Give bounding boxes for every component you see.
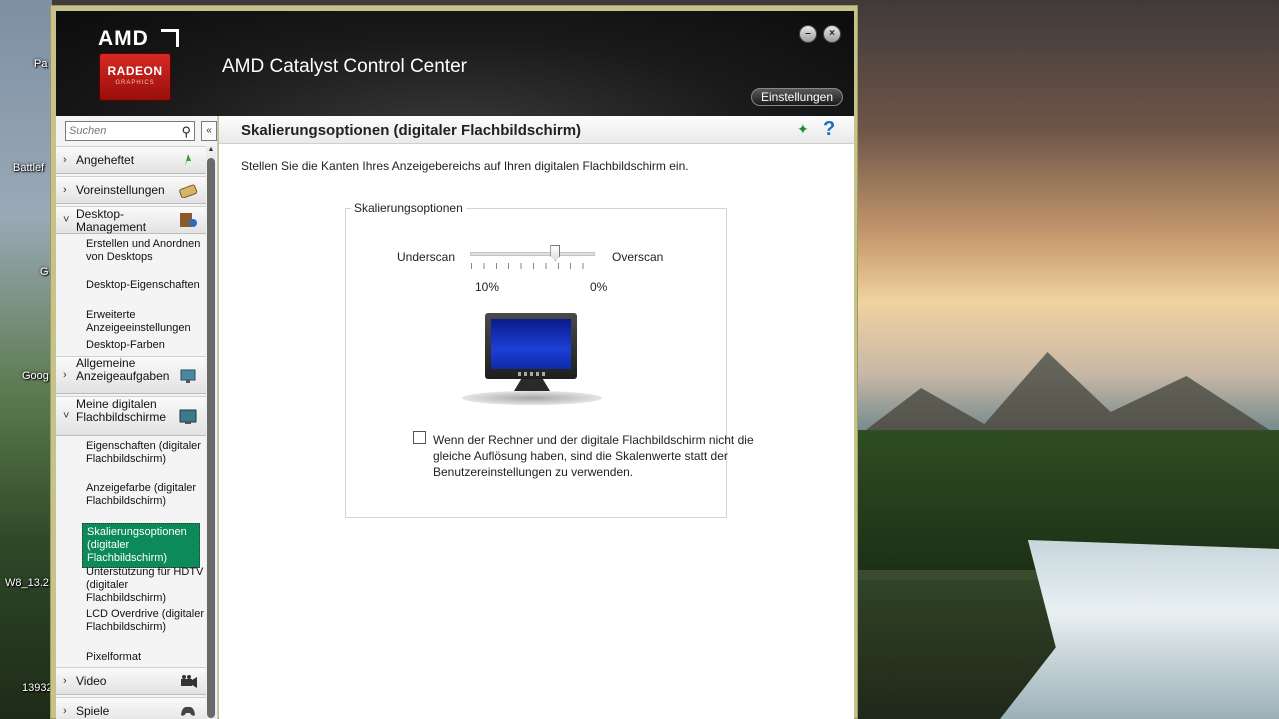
catalyst-window: AMD RADEON GRAPHICS AMD Catalyst Control… bbox=[50, 5, 858, 719]
search-icon[interactable]: ⚲ bbox=[181, 124, 191, 140]
minimize-button[interactable]: – bbox=[799, 25, 817, 43]
video-camera-icon bbox=[181, 675, 197, 688]
sidebar-item-panel-properties[interactable]: Eigenschaften (digitaler Flachbildschirm… bbox=[86, 440, 204, 466]
monitor-illustration bbox=[462, 313, 602, 408]
desktop-icon-label[interactable]: 13932 bbox=[22, 682, 53, 694]
scrollbar-thumb[interactable] bbox=[207, 158, 215, 718]
slider-min-label: 10% bbox=[475, 280, 500, 294]
checkbox-label: Wenn der Rechner und der digitale Flachb… bbox=[433, 433, 754, 479]
sidebar-item-scaling-options[interactable]: Skalierungsoptionen (digitaler Flachbild… bbox=[82, 523, 200, 568]
wallpaper-waterfall bbox=[1000, 540, 1279, 719]
sidebar-item-hdtv-support[interactable]: Unterstützung für HDTV (digitaler Flachb… bbox=[86, 566, 204, 605]
desktop-icon-label[interactable]: Pa bbox=[34, 58, 47, 70]
amd-radeon-logo: AMD RADEON GRAPHICS bbox=[93, 23, 185, 105]
pin-page-icon[interactable]: ✦ bbox=[797, 121, 809, 138]
sidebar-item-create-desktops[interactable]: Erstellen und Anordnen von Desktops bbox=[86, 238, 204, 264]
chevron-right-icon: › bbox=[63, 369, 67, 381]
radeon-text: RADEON bbox=[107, 64, 163, 78]
sidebar-item-desktop-colors[interactable]: Desktop-Farben bbox=[86, 339, 204, 352]
amd-logo-text: AMD bbox=[98, 27, 149, 50]
settings-button[interactable]: Einstellungen bbox=[751, 88, 843, 106]
display-tasks-icon bbox=[180, 369, 196, 383]
category-label: Meine digitalen Flachbildschirme bbox=[76, 397, 167, 424]
monitor-buttons bbox=[518, 372, 546, 376]
chevron-down-icon: ˅ bbox=[63, 410, 70, 422]
desktop-icon-label[interactable]: Battlef bbox=[13, 162, 44, 174]
monitor-shadow bbox=[462, 391, 602, 405]
presets-icon bbox=[179, 184, 198, 198]
search-input[interactable] bbox=[66, 122, 174, 140]
sidebar-item-pixel-format[interactable]: Pixelformat bbox=[86, 651, 204, 664]
slider-ticks bbox=[471, 263, 595, 269]
sidebar: ⚲ « ▲ › Angeheftet › Voreinstellungen ˅ … bbox=[56, 116, 218, 719]
category-label: Spiele bbox=[76, 704, 110, 718]
amd-arrow-icon bbox=[161, 29, 179, 47]
sidebar-item-display-color[interactable]: Anzeigefarbe (digitaler Flachbildschirm) bbox=[86, 482, 204, 508]
desktop-icon-label[interactable]: Goog bbox=[22, 370, 49, 382]
sidebar-category-flat-panels[interactable]: ˅ Meine digitalen Flachbildschirme bbox=[56, 396, 206, 436]
graphics-text: GRAPHICS bbox=[115, 80, 155, 86]
category-label: Allgemeine Anzeigeaufgaben bbox=[76, 356, 170, 383]
scaling-slider-track[interactable] bbox=[470, 252, 595, 256]
use-scale-values-checkbox[interactable] bbox=[413, 431, 426, 444]
page-description: Stellen Sie die Kanten Ihres Anzeigebere… bbox=[241, 159, 689, 173]
chevron-right-icon: › bbox=[63, 154, 67, 166]
page-title: Skalierungsoptionen (digitaler Flachbild… bbox=[241, 122, 582, 139]
flat-panel-icon bbox=[179, 409, 197, 424]
sidebar-scrollbar[interactable]: ▲ bbox=[206, 146, 216, 719]
sidebar-item-lcd-overdrive[interactable]: LCD Overdrive (digitaler Flachbildschirm… bbox=[86, 608, 204, 634]
monitor-stand bbox=[514, 379, 550, 391]
close-button[interactable]: × bbox=[823, 25, 841, 43]
pin-icon bbox=[185, 154, 191, 166]
desktop-icon-label[interactable]: G bbox=[40, 266, 49, 278]
scroll-up-icon[interactable]: ▲ bbox=[206, 146, 216, 156]
main-header: Skalierungsoptionen (digitaler Flachbild… bbox=[219, 116, 854, 144]
group-title: Skalierungsoptionen bbox=[351, 201, 466, 215]
monitor-screen bbox=[491, 319, 571, 369]
sidebar-category-presets[interactable]: › Voreinstellungen bbox=[56, 176, 206, 204]
desktop-icon-label[interactable]: W8_13.2 bbox=[5, 577, 49, 589]
category-label: Angeheftet bbox=[76, 153, 135, 167]
collapse-sidebar-button[interactable]: « bbox=[201, 121, 217, 141]
desktop-left-area bbox=[0, 0, 52, 719]
chevron-right-icon: › bbox=[63, 184, 67, 196]
gamepad-icon bbox=[181, 706, 195, 716]
sidebar-category-pinned[interactable]: › Angeheftet bbox=[56, 146, 206, 174]
category-label: Desktop-Management bbox=[76, 207, 147, 234]
sidebar-category-games[interactable]: › Spiele bbox=[56, 697, 206, 719]
desktop-management-icon bbox=[180, 213, 197, 227]
sidebar-item-desktop-properties[interactable]: Desktop-Eigenschaften bbox=[86, 279, 204, 292]
sidebar-category-display-tasks[interactable]: › Allgemeine Anzeigeaufgaben bbox=[56, 356, 206, 394]
overscan-label: Overscan bbox=[612, 250, 664, 264]
category-label: Video bbox=[76, 674, 107, 688]
search-box: ⚲ bbox=[65, 121, 195, 141]
main-panel: Skalierungsoptionen (digitaler Flachbild… bbox=[219, 116, 854, 719]
underscan-label: Underscan bbox=[397, 250, 456, 264]
chevron-down-icon: ˅ bbox=[63, 214, 70, 226]
radeon-badge: RADEON GRAPHICS bbox=[99, 53, 171, 101]
slider-max-label: 0% bbox=[590, 280, 608, 294]
help-icon[interactable]: ? bbox=[823, 118, 835, 141]
sidebar-category-desktop-management[interactable]: ˅ Desktop-Management bbox=[56, 206, 206, 234]
window-header: AMD RADEON GRAPHICS AMD Catalyst Control… bbox=[56, 11, 854, 116]
category-label: Voreinstellungen bbox=[76, 183, 165, 197]
chevron-right-icon: › bbox=[63, 705, 67, 717]
chevron-right-icon: › bbox=[63, 675, 67, 687]
sidebar-category-video[interactable]: › Video bbox=[56, 667, 206, 695]
sidebar-item-advanced-display[interactable]: Erweiterte Anzeigeeinstellungen bbox=[86, 309, 204, 335]
app-title: AMD Catalyst Control Center bbox=[222, 56, 467, 77]
